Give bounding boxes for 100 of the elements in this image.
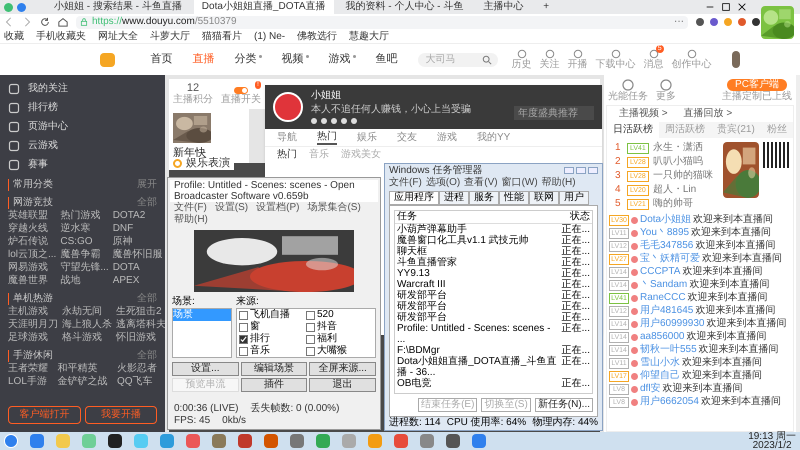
menu-item[interactable]: 设置档(P) <box>256 202 300 214</box>
tab[interactable]: 用户 <box>559 191 589 205</box>
obs-button[interactable]: 插件 <box>240 378 308 392</box>
checkbox[interactable] <box>306 334 315 344</box>
taskbar-app-icon[interactable] <box>446 434 460 448</box>
nav-link[interactable]: 分类 <box>234 51 262 68</box>
category-link[interactable]: LOL手游 <box>8 376 48 389</box>
bookmark-link[interactable]: 佛教选行 <box>297 30 338 42</box>
category-link[interactable]: 海上狼人杀 <box>62 319 112 332</box>
address-bar[interactable]: https://www.douyu.com/5510379 ··· <box>76 16 688 28</box>
search-field[interactable]: 年度盛典推荐 <box>514 106 594 120</box>
menu-item[interactable]: 设置(S) <box>214 202 248 214</box>
bookmark-link[interactable]: (1) Ne- <box>254 30 286 42</box>
tab[interactable]: 联网 <box>529 191 559 205</box>
sidebar-button[interactable]: 我要开播 <box>84 406 157 424</box>
tab[interactable]: 服务 <box>469 191 499 205</box>
obs-button[interactable]: 退出 <box>309 378 376 392</box>
category-link[interactable]: 魔兽争霸 <box>60 249 109 262</box>
task-name[interactable]: 研发部平台 <box>397 301 447 312</box>
sidebar-item[interactable]: 排行榜 <box>28 102 58 114</box>
menu-item[interactable]: 帮助(H) <box>542 177 576 189</box>
task-name[interactable]: YY9.13 <box>397 268 430 279</box>
task-name[interactable]: 研发部平台 <box>397 290 447 301</box>
menu-item[interactable]: 文件(F) <box>389 177 422 189</box>
category-link[interactable]: CS:GO <box>60 236 109 249</box>
category-link[interactable]: 足球游戏 <box>8 332 58 345</box>
task-name[interactable]: 魔兽窗口化工具v1.1 武技元帅 <box>397 235 529 246</box>
task-button[interactable]: 新任务(N)... <box>534 398 593 412</box>
sidebar-button[interactable]: 客户端打开 <box>8 406 80 424</box>
yy-tab[interactable]: 交友 <box>397 132 417 144</box>
yy-tab[interactable]: 娱乐 <box>357 132 377 144</box>
sidebar-item[interactable]: 我的关注 <box>28 82 68 94</box>
checkbox[interactable] <box>306 322 315 332</box>
checkbox[interactable] <box>306 346 315 356</box>
panel-link[interactable]: 直播回放 > <box>684 108 732 120</box>
menu-item[interactable]: 文件(F) <box>174 202 207 214</box>
category-link[interactable]: 原神 <box>112 236 163 249</box>
start-button[interactable] <box>4 434 18 448</box>
obs-button[interactable]: 全屏来源... <box>309 362 376 376</box>
category-link[interactable]: 天涯明月刀 <box>8 319 58 332</box>
user-avatar[interactable] <box>732 51 740 68</box>
category-link[interactable]: 英雄联盟 <box>8 210 56 223</box>
category-link[interactable]: 网易游戏 <box>8 262 56 275</box>
yy-tab[interactable]: 游戏 <box>437 132 457 144</box>
new-tab-button[interactable]: + <box>543 1 550 13</box>
checkbox[interactable] <box>306 310 315 320</box>
tab[interactable]: 性能 <box>499 191 529 205</box>
checkbox[interactable] <box>239 346 248 356</box>
menu-item[interactable]: 场景集合(S) <box>307 202 361 214</box>
category-link[interactable]: 魔兽世界 <box>8 275 56 288</box>
category-link[interactable]: 魔兽怀旧服 <box>112 249 163 262</box>
checkbox[interactable] <box>239 322 248 332</box>
task-name[interactable]: Warcraft III <box>397 279 446 290</box>
menu-item[interactable]: 窗口(W) <box>502 177 538 189</box>
more-button[interactable]: ··· <box>674 16 684 28</box>
category-link[interactable]: 永劫无间 <box>62 306 112 319</box>
bookmark-link[interactable]: 斗萝大厅 <box>150 30 190 42</box>
task-name[interactable]: OB电竞 <box>397 378 432 389</box>
category-link[interactable]: APEX <box>112 275 163 288</box>
category-link[interactable]: 金铲铲之战 <box>58 376 108 389</box>
category-link[interactable]: 逃离塔科夫 <box>116 319 166 332</box>
yy-tab[interactable]: 热门 <box>317 130 337 144</box>
bookmark-link[interactable]: 慧趣大厅 <box>349 30 390 42</box>
task-name[interactable]: F:\BDMgr <box>397 345 440 356</box>
bookmark-link[interactable]: 手机收藏夹 <box>36 30 86 42</box>
taskbar-app-icon[interactable] <box>108 434 122 448</box>
task-name[interactable]: Dota小姐姐直播_DOTA直播_斗鱼直播 - 36... <box>397 356 558 378</box>
category-link[interactable]: 和平精英 <box>58 363 108 376</box>
category-link[interactable]: lol云顶之... <box>8 249 56 262</box>
toggle-switch[interactable] <box>234 86 248 94</box>
task-name[interactable]: 研发部平台 <box>397 312 447 323</box>
category-link[interactable]: 热门游戏 <box>60 210 109 223</box>
task-name[interactable]: 聊天框 <box>397 246 427 257</box>
sidebar-item[interactable]: 赛事 <box>28 158 48 170</box>
task-name[interactable]: 小葫芦弹幕助手 <box>397 224 467 235</box>
category-link[interactable]: 主机游戏 <box>8 306 58 319</box>
yy-subtab[interactable]: 热门 <box>277 149 297 161</box>
checkbox[interactable] <box>239 334 248 344</box>
sidebar-item[interactable]: 页游中心 <box>28 120 68 132</box>
category-link[interactable]: 穿越火线 <box>8 223 56 236</box>
nav-link[interactable]: 首页 <box>150 51 173 68</box>
rank-tab[interactable]: 日活跃榜 <box>607 122 659 138</box>
nav-link[interactable]: 游戏 <box>328 51 356 68</box>
category-link[interactable]: QQ飞车 <box>117 376 157 389</box>
sidebar-item[interactable]: 云游戏 <box>28 140 58 152</box>
nav-link[interactable]: 鱼吧 <box>376 51 398 68</box>
category-link[interactable]: 炉石传说 <box>8 236 56 249</box>
nav-link[interactable]: 视频 <box>282 51 309 68</box>
menu-item[interactable]: 查看(V) <box>464 177 498 189</box>
category-link[interactable]: 生死狙击2 <box>116 306 166 319</box>
task-name[interactable]: 斗鱼直播管家 <box>397 257 457 268</box>
tab[interactable]: 进程 <box>439 191 469 205</box>
category-link[interactable]: 火影忍者 <box>117 363 157 376</box>
search-field[interactable]: 大司马 <box>418 52 498 66</box>
yy-tab[interactable]: 我的YY <box>477 132 510 144</box>
category-link[interactable]: DOTA2 <box>112 210 163 223</box>
tab[interactable]: 应用程序 <box>389 191 439 205</box>
category-link[interactable]: 格斗游戏 <box>62 332 112 345</box>
category-link[interactable]: 怀旧游戏 <box>116 332 166 345</box>
menu-item[interactable]: 帮助(H) <box>174 214 208 226</box>
